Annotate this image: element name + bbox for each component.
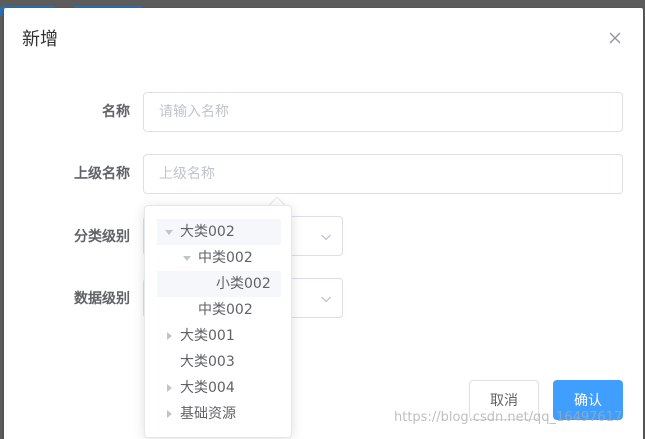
tree-node[interactable]: 大类002 — [157, 219, 281, 245]
caret-down-icon[interactable] — [165, 228, 173, 236]
name-input[interactable] — [143, 92, 623, 132]
tree-node-label: 大类002 — [180, 224, 235, 240]
name-label: 名称 — [102, 104, 130, 120]
tree-node[interactable]: 中类002 — [157, 245, 281, 271]
parent-name-input[interactable] — [143, 154, 623, 194]
tree-node-label: 大类001 — [180, 328, 235, 344]
category-level-label: 分类级别 — [74, 229, 130, 245]
tree-node-label: 中类002 — [198, 250, 253, 266]
data-level-label: 数据级别 — [74, 291, 130, 307]
tree-node-label: 基础资源 — [180, 406, 236, 422]
parent-name-label: 上级名称 — [74, 166, 130, 182]
watermark: https://blog.csdn.net/qq_16497617 — [394, 410, 623, 425]
tree-node[interactable]: 大类004 — [157, 375, 281, 401]
tree-node-label: 大类004 — [180, 380, 235, 396]
tree-node[interactable]: 中类002 — [157, 297, 281, 323]
close-icon — [609, 32, 621, 44]
tree-node[interactable]: 基础资源 — [157, 401, 281, 427]
caret-right-icon[interactable] — [165, 384, 173, 392]
close-button[interactable] — [607, 30, 623, 46]
caret-right-icon[interactable] — [165, 410, 173, 418]
caret-right-icon[interactable] — [165, 332, 173, 340]
dialog-title: 新增 — [22, 29, 58, 50]
tree-node[interactable]: 小类002 — [157, 271, 281, 297]
tree-node[interactable]: 大类001 — [157, 323, 281, 349]
tree-node-label: 中类002 — [198, 302, 253, 318]
tree-node-label: 大类003 — [180, 354, 235, 370]
caret-down-icon[interactable] — [183, 254, 191, 262]
chevron-down-icon — [321, 296, 331, 303]
tree-node-label: 小类002 — [216, 276, 271, 292]
chevron-down-icon — [321, 234, 331, 241]
parent-tree-dropdown: 大类002 中类002 小类002 中类002 大类001 大类003 大类00… — [144, 205, 292, 438]
tree-node[interactable]: 大类003 — [157, 349, 281, 375]
